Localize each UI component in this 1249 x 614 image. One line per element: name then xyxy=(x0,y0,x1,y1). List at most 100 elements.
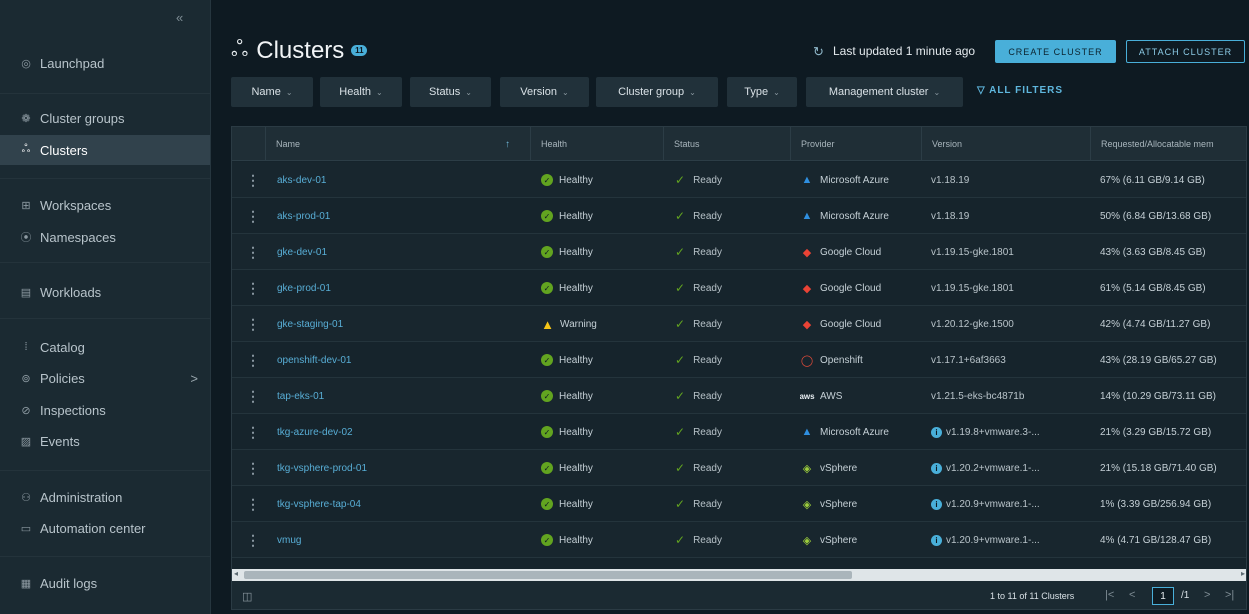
sidebar-item-namespaces[interactable]: ⦿ Namespaces xyxy=(0,222,210,252)
version-cell: v1.19.15-gke.1801 xyxy=(931,270,1096,306)
provider-cell: ▲ Microsoft Azure xyxy=(800,414,889,450)
table-row[interactable]: ⋮ gke-staging-01 ▲ Warning ✓ Ready ◆ Google Clo… xyxy=(232,306,1246,342)
sidebar-item-events[interactable]: ▨ Events xyxy=(0,426,210,456)
sort-ascending-icon[interactable]: ↑ xyxy=(505,139,510,150)
collapse-sidebar-button[interactable]: « xyxy=(176,10,183,25)
column-header-version[interactable]: Version xyxy=(921,127,1090,161)
checkmark-icon: ✓ xyxy=(675,497,686,511)
cluster-name-link[interactable]: tkg-vsphere-prod-01 xyxy=(277,450,367,486)
row-actions-icon[interactable]: ⋮ xyxy=(246,342,260,378)
filter-cluster-group[interactable]: Cluster group ⌄ xyxy=(596,77,718,107)
sidebar-item-clusters[interactable]: ஃ Clusters xyxy=(0,135,210,165)
column-toggle-icon[interactable]: ◫ xyxy=(242,590,252,603)
column-header-name[interactable]: Name xyxy=(265,127,530,161)
info-icon[interactable]: i xyxy=(931,534,942,546)
refresh-icon[interactable]: ↻ xyxy=(813,44,824,60)
last-page-icon[interactable]: >| xyxy=(1225,589,1234,601)
table-row[interactable]: ⋮ openshift-dev-01 ✓ Healthy ✓ Ready ◯ Openshif… xyxy=(232,342,1246,378)
table-row[interactable]: ⋮ tap-eks-01 ✓ Healthy ✓ Ready aws AWS v1.21.5-e… xyxy=(232,378,1246,414)
cluster-name-link[interactable]: aks-dev-01 xyxy=(277,162,326,198)
row-actions-icon[interactable]: ⋮ xyxy=(246,270,260,306)
row-actions-icon[interactable]: ⋮ xyxy=(246,414,260,450)
filter-health[interactable]: Health ⌄ xyxy=(320,77,402,107)
cluster-name-link[interactable]: tkg-vsphere-tap-04 xyxy=(277,486,361,522)
sidebar-item-audit-logs[interactable]: ▦ Audit logs xyxy=(0,568,210,598)
sidebar-item-policies[interactable]: ⊚ Policies > xyxy=(0,363,210,393)
row-actions-icon[interactable]: ⋮ xyxy=(246,522,260,558)
table-row[interactable]: ⋮ gke-prod-01 ✓ Healthy ✓ Ready ◆ Google Cloud v… xyxy=(232,270,1246,306)
cluster-name-link[interactable]: vmug xyxy=(277,522,301,558)
row-actions-icon[interactable]: ⋮ xyxy=(246,198,260,234)
sidebar-item-label: Audit logs xyxy=(40,575,98,591)
table-row[interactable]: ⋮ vmug ✓ Healthy ✓ Ready ◈ vSphere i v1.20.9+vmwa… xyxy=(232,522,1246,558)
cluster-name-link[interactable]: aks-prod-01 xyxy=(277,198,330,234)
memory-cell: 42% (4.74 GB/11.27 GB) xyxy=(1100,318,1211,330)
filter-status[interactable]: Status ⌄ xyxy=(410,77,491,107)
column-header-status[interactable]: Status xyxy=(663,127,790,161)
create-cluster-button[interactable]: CREATE CLUSTER xyxy=(995,40,1116,63)
namespaces-icon: ⦿ xyxy=(20,232,32,244)
cluster-name-link[interactable]: gke-staging-01 xyxy=(277,306,343,342)
sidebar-item-workloads[interactable]: ▤ Workloads xyxy=(0,277,210,307)
row-actions-icon[interactable]: ⋮ xyxy=(246,450,260,486)
healthy-check-icon: ✓ xyxy=(541,282,553,294)
filter-type[interactable]: Type ⌄ xyxy=(727,77,797,107)
cluster-name-link[interactable]: gke-dev-01 xyxy=(277,234,327,270)
sidebar-item-administration[interactable]: ⚇ Administration xyxy=(0,482,210,512)
sidebar-item-automation-center[interactable]: ▭ Automation center xyxy=(0,513,210,543)
sidebar-divider xyxy=(0,262,210,263)
sidebar-item-label: Workloads xyxy=(40,284,102,300)
info-icon[interactable]: i xyxy=(931,426,942,438)
table-row[interactable]: ⋮ tkg-vsphere-tap-04 ✓ Healthy ✓ Ready ◈ vSpher… xyxy=(232,486,1246,522)
cluster-name-link[interactable]: tkg-azure-dev-02 xyxy=(277,414,353,450)
sidebar-item-launchpad[interactable]: ◎ Launchpad xyxy=(0,48,210,78)
row-actions-icon[interactable]: ⋮ xyxy=(246,486,260,522)
table-row[interactable]: ⋮ tkg-azure-dev-02 ✓ Healthy ✓ Ready ▲ Microsof… xyxy=(232,414,1246,450)
all-filters-button[interactable]: ▽ ALL FILTERS xyxy=(977,85,1063,96)
row-actions-icon[interactable]: ⋮ xyxy=(246,378,260,414)
status-cell: ✓ Ready xyxy=(675,306,722,342)
next-page-icon[interactable]: > xyxy=(1204,589,1210,601)
memory-cell: 4% (4.71 GB/128.47 GB) xyxy=(1100,534,1212,546)
filter-version[interactable]: Version ⌄ xyxy=(500,77,589,107)
inspections-icon: ⊘ xyxy=(21,404,31,417)
attach-cluster-button[interactable]: ATTACH CLUSTER xyxy=(1126,40,1245,63)
row-actions-icon[interactable]: ⋮ xyxy=(246,306,260,342)
page-number-input[interactable] xyxy=(1152,587,1174,605)
health-cell: ✓ Healthy xyxy=(541,414,593,450)
scrollbar-thumb[interactable] xyxy=(244,571,852,579)
provider-label: Google Cloud xyxy=(820,246,882,258)
first-page-icon[interactable]: |< xyxy=(1105,589,1114,601)
scroll-right-icon[interactable]: ▸ xyxy=(1241,569,1245,578)
row-actions-icon[interactable]: ⋮ xyxy=(246,162,260,198)
table-row[interactable]: ⋮ aks-prod-01 ✓ Healthy ✓ Ready ▲ Microsoft Azu… xyxy=(232,198,1246,234)
healthy-check-icon: ✓ xyxy=(541,462,553,474)
info-icon[interactable]: i xyxy=(931,498,942,510)
filter-name[interactable]: Name ⌄ xyxy=(231,77,313,107)
sidebar-item-cluster-groups[interactable]: ❁ Cluster groups xyxy=(0,103,210,133)
table-row[interactable]: ⋮ aks-dev-01 ✓ Healthy ✓ Ready ▲ Microsoft Azur… xyxy=(232,162,1246,198)
status-cell: ✓ Ready xyxy=(675,414,722,450)
sidebar-item-catalog[interactable]: ⁞ Catalog xyxy=(0,332,210,362)
previous-page-icon[interactable]: < xyxy=(1129,589,1135,601)
table-row[interactable]: ⋮ gke-dev-01 ✓ Healthy ✓ Ready ◆ Google Cloud v1… xyxy=(232,234,1246,270)
row-actions-icon[interactable]: ⋮ xyxy=(246,234,260,270)
info-icon[interactable]: i xyxy=(931,462,942,474)
column-header-provider[interactable]: Provider xyxy=(790,127,921,161)
healthy-check-icon: ✓ xyxy=(541,426,553,438)
sidebar-item-workspaces[interactable]: ⊞ Workspaces xyxy=(0,190,210,220)
horizontal-scrollbar[interactable]: ◂ ▸ xyxy=(232,569,1246,581)
provider-label: Google Cloud xyxy=(820,282,882,294)
aws-logo-icon: aws xyxy=(800,391,815,401)
column-header-health[interactable]: Health xyxy=(530,127,663,161)
memory-cell: 43% (28.19 GB/65.27 GB) xyxy=(1100,354,1217,366)
sidebar-item-inspections[interactable]: ⊘ Inspections xyxy=(0,395,210,425)
table-row[interactable]: ⋮ tkg-vsphere-prod-01 ✓ Healthy ✓ Ready ◈ vSphe… xyxy=(232,450,1246,486)
administration-icon: ⚇ xyxy=(21,491,31,504)
column-header-memory[interactable]: Requested/Allocatable mem xyxy=(1090,127,1246,161)
filter-management-cluster[interactable]: Management cluster ⌄ xyxy=(806,77,963,107)
scroll-left-icon[interactable]: ◂ xyxy=(234,569,238,578)
cluster-name-link[interactable]: tap-eks-01 xyxy=(277,378,324,414)
cluster-name-link[interactable]: openshift-dev-01 xyxy=(277,342,352,378)
cluster-name-link[interactable]: gke-prod-01 xyxy=(277,270,331,306)
